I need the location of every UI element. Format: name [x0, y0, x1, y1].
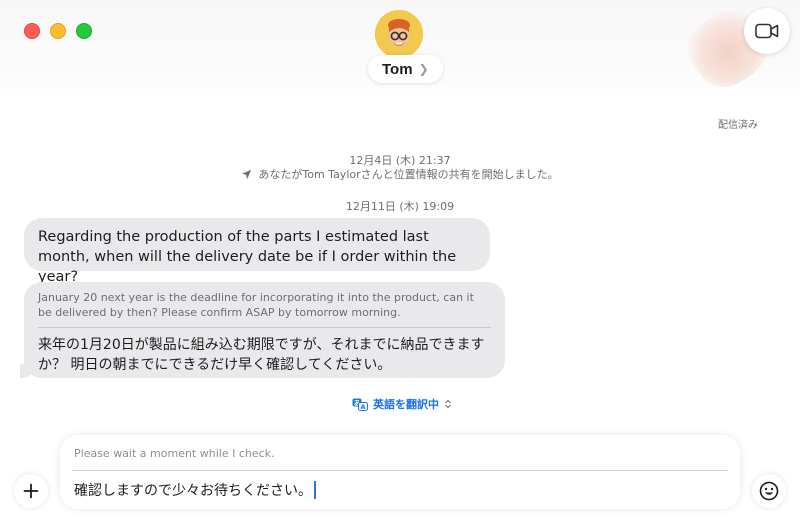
message-input-text: 確認しますので少々お待ちください。 [74, 483, 312, 499]
translate-icon: あ A [352, 398, 368, 411]
maximize-window-button[interactable] [76, 23, 92, 39]
translation-divider [38, 327, 491, 328]
message-compose-field[interactable]: Please wait a moment while I check. 確認しま… [60, 435, 740, 509]
minimize-window-button[interactable] [50, 23, 66, 39]
close-window-button[interactable] [24, 23, 40, 39]
video-camera-icon [755, 23, 779, 39]
compose-translation-preview: Please wait a moment while I check. [74, 447, 275, 460]
message-input[interactable]: 確認しますので少々お待ちください。 [74, 480, 316, 500]
compose-divider [72, 470, 728, 471]
facetime-video-button[interactable] [744, 8, 790, 54]
emoji-icon [759, 481, 779, 501]
contact-name-button[interactable]: Tom ❯ [368, 55, 443, 83]
location-arrow-icon [242, 169, 252, 179]
message-original-text: January 20 next year is the deadline for… [38, 291, 474, 319]
message-bubble-incoming[interactable]: Regarding the production of the parts I … [24, 218, 490, 285]
memoji-icon [375, 10, 423, 58]
chevron-up-down-icon [445, 399, 451, 409]
location-share-text: あなたがTom Taylorさんと位置情報の共有を開始しました。 [258, 168, 559, 181]
translation-status-label: 英語を翻訳中 [373, 398, 439, 411]
location-share-notice: あなたがTom Taylorさんと位置情報の共有を開始しました。 [0, 166, 800, 183]
chevron-right-icon: ❯ [418, 62, 429, 76]
add-attachment-button[interactable] [14, 474, 48, 508]
timestamp: 12月11日 (木) 19:09 [345, 200, 455, 213]
plus-icon [23, 483, 39, 499]
message-translated-text: 来年の1月20日が製品に組み込む期限ですが、それまでに納品できますか？ 明日の朝… [38, 337, 485, 373]
bubble-tail [20, 364, 34, 378]
translation-status-button[interactable]: あ A 英語を翻訳中 [352, 396, 452, 412]
contact-avatar[interactable] [375, 10, 423, 58]
text-caret [314, 481, 316, 499]
message-text: Regarding the production of the parts I … [38, 229, 457, 285]
message-bubble-incoming-translated[interactable]: January 20 next year is the deadline for… [24, 282, 505, 378]
emoji-button[interactable] [752, 474, 786, 508]
delivered-status: 配信済み [718, 120, 758, 131]
svg-text:A: A [360, 403, 365, 411]
contact-name: Tom [382, 60, 413, 78]
